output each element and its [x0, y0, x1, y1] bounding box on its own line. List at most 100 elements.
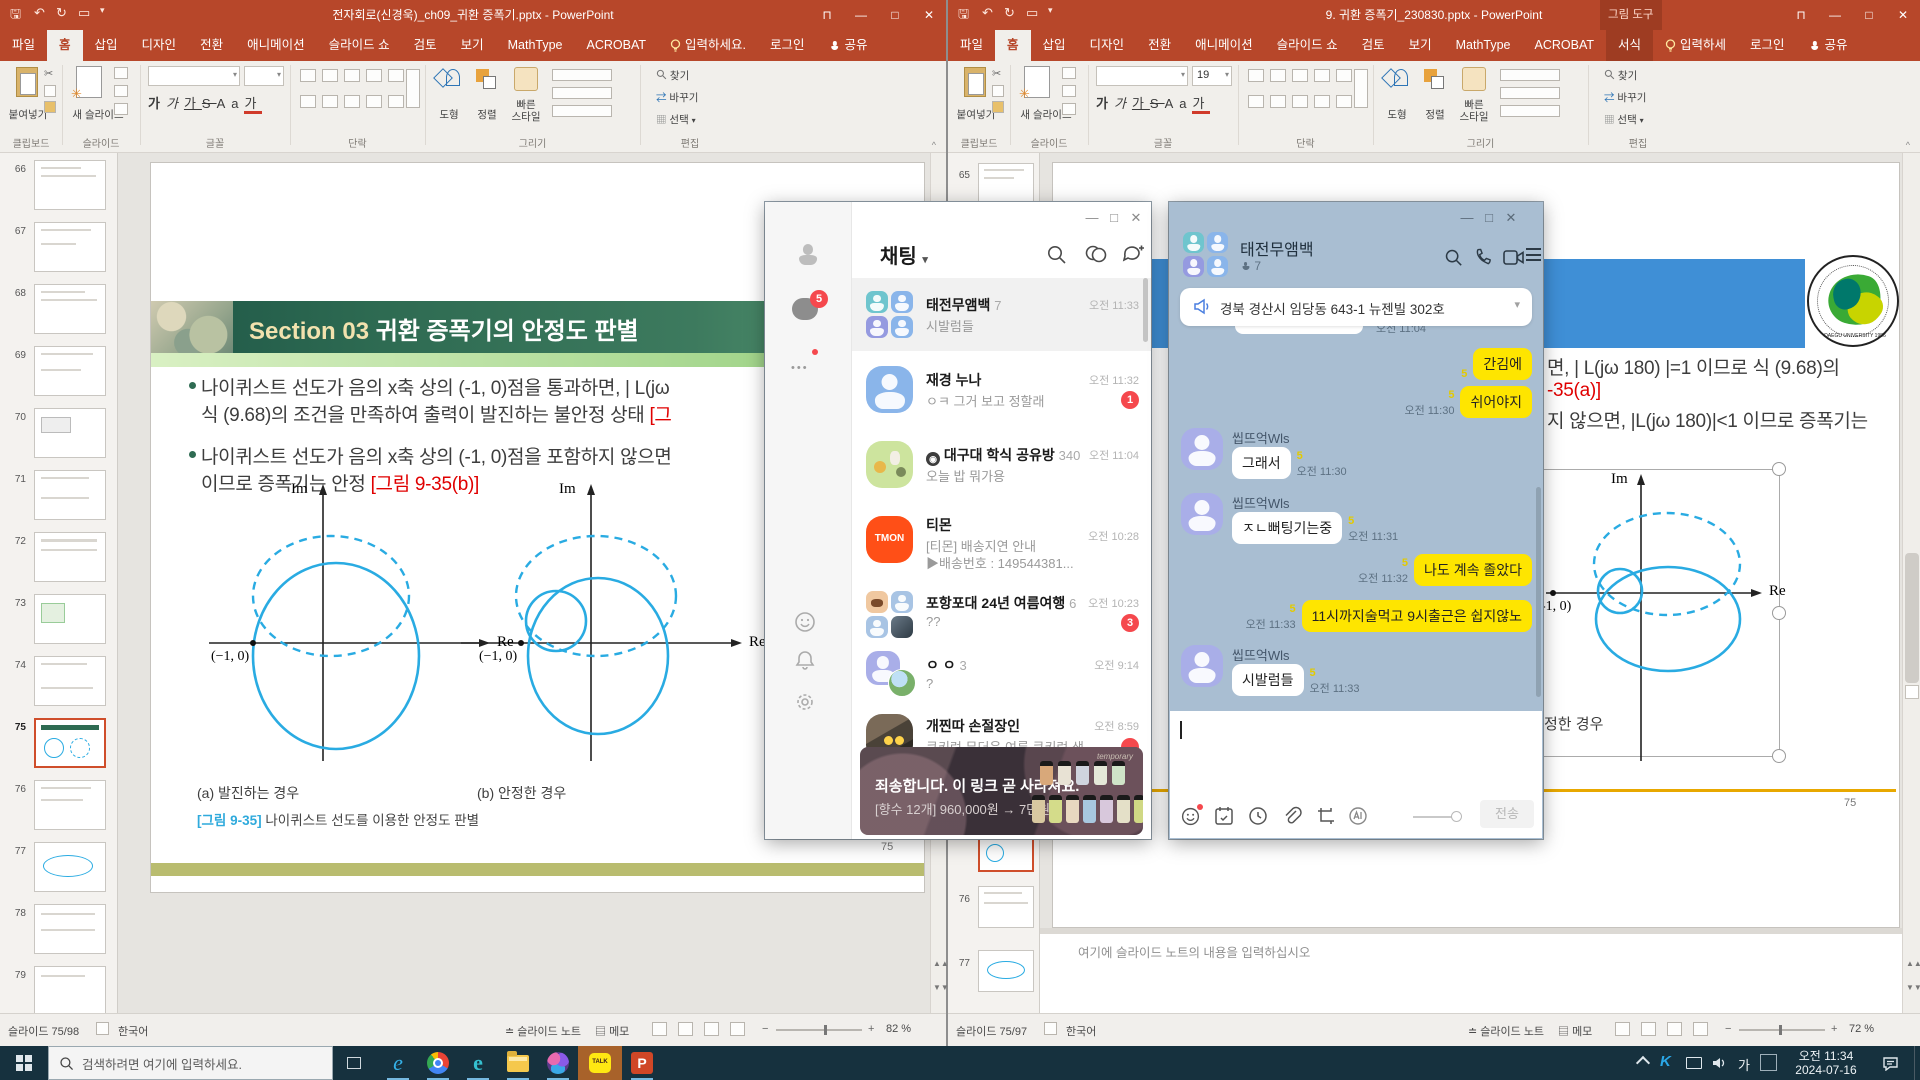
shape-outline-icon[interactable] — [1500, 87, 1560, 99]
justify-icon[interactable] — [1314, 95, 1330, 108]
view-reading-icon[interactable] — [1667, 1022, 1682, 1036]
minimize-button[interactable]: — — [1818, 0, 1852, 30]
tab-acrobat[interactable]: ACROBAT — [575, 30, 659, 61]
shapes-icon[interactable] — [436, 67, 462, 93]
accessibility-icon[interactable] — [96, 1022, 109, 1035]
zoom-percent[interactable]: 82 % — [886, 1023, 911, 1035]
slide-thumbnail-67[interactable] — [34, 222, 106, 272]
tab-mathtype[interactable]: MathType — [496, 30, 575, 61]
arrange-icon[interactable] — [474, 67, 500, 93]
slide-thumbnail-76[interactable] — [34, 780, 106, 830]
quick-styles-label2[interactable]: 스타일 — [1454, 109, 1494, 124]
notes-toggle[interactable]: ≐ 슬라이드 노트 — [1468, 1023, 1544, 1039]
powerpoint-taskbar-icon[interactable]: P — [622, 1046, 662, 1080]
memo-toggle[interactable]: ▤ 메모 — [1558, 1023, 1592, 1039]
view-sorter-icon[interactable] — [1641, 1022, 1656, 1036]
emoticon-size-slider[interactable] — [1413, 816, 1457, 818]
view-slideshow-icon[interactable] — [1693, 1022, 1708, 1036]
tab-format-context[interactable]: 서식 — [1606, 30, 1653, 61]
line-spacing-icon[interactable] — [1336, 69, 1352, 82]
reset-slide-icon[interactable] — [114, 85, 128, 97]
strikethrough-icon[interactable]: S — [202, 96, 217, 111]
align-left-icon[interactable] — [300, 95, 316, 108]
replace-button[interactable]: ⇄ 바꾸기 — [1604, 90, 1646, 105]
notes-toggle[interactable]: ≐ 슬라이드 노트 — [505, 1023, 581, 1039]
view-reading-icon[interactable] — [704, 1022, 719, 1036]
tell-me-box[interactable]: 입력하세 — [1653, 30, 1738, 61]
ad-banner[interactable]: temporary 죄송합니다. 이 링크 곧 사라져요. [향수 12개] 9… — [860, 747, 1143, 835]
shape-fill-icon[interactable] — [1500, 69, 1560, 81]
bold-icon[interactable]: 가 — [148, 96, 166, 111]
tab-insert[interactable]: 삽입 — [83, 30, 130, 61]
slide-thumbnail-76[interactable] — [978, 886, 1034, 928]
change-case-icon[interactable]: Aa — [1165, 96, 1193, 111]
chat-list-item[interactable]: 재경 누나 ㅇㅋ 그거 보고 정할래 오전 11:32 1 — [852, 353, 1151, 426]
tab-file[interactable]: 파일 — [0, 30, 47, 61]
tray-volume-icon[interactable] — [1706, 1046, 1734, 1080]
notes-pane[interactable]: 여기에 슬라이드 노트의 내용을 입력하십시오 — [1040, 934, 1906, 1013]
paste-button[interactable] — [956, 67, 996, 105]
minimize-button[interactable]: — — [1457, 210, 1477, 225]
align-center-icon[interactable] — [1270, 95, 1286, 108]
tab-slideshow[interactable]: 슬라이드 쇼 — [317, 30, 402, 61]
view-slideshow-icon[interactable] — [730, 1022, 745, 1036]
tab-mathtype[interactable]: MathType — [1444, 30, 1523, 61]
zoom-in-button[interactable]: + — [868, 1023, 874, 1035]
select-button[interactable]: ▦ 선택 ▾ — [656, 112, 696, 127]
text-direction-icon[interactable] — [1354, 69, 1368, 108]
internet-explorer-icon[interactable]: e — [378, 1046, 418, 1080]
arrange-label[interactable]: 정렬 — [1416, 107, 1454, 122]
numbering-icon[interactable] — [1270, 69, 1286, 82]
indent-increase-icon[interactable] — [1314, 69, 1330, 82]
font-color-icon[interactable]: 가 — [244, 96, 262, 114]
bold-icon[interactable]: 가 — [1096, 96, 1114, 111]
quick-styles-icon[interactable] — [514, 67, 538, 91]
format-painter-icon[interactable] — [44, 101, 56, 113]
editor-scrollbar[interactable]: ▲▲ ▼▼ — [1902, 153, 1920, 1013]
emoticon-icon[interactable] — [793, 610, 817, 634]
ribbon-display-options-icon[interactable]: ⊓ — [1784, 0, 1818, 30]
copy-icon[interactable] — [44, 85, 56, 97]
reset-slide-icon[interactable] — [1062, 85, 1076, 97]
slide-thumbnail-72[interactable] — [34, 532, 106, 582]
tray-show-hidden-icon[interactable] — [1636, 1056, 1650, 1070]
maximize-button[interactable]: □ — [1104, 210, 1124, 225]
shape-effects-icon[interactable] — [1500, 105, 1560, 117]
font-size-select[interactable] — [244, 66, 284, 86]
notice-bar[interactable]: 경북 경산시 임당동 643-1 뉴젠빌 302호 ▾ — [1180, 288, 1532, 326]
login-button[interactable]: 로그인 — [1738, 30, 1797, 61]
photos-app-icon[interactable] — [538, 1046, 578, 1080]
slide-thumbnail-70[interactable] — [34, 408, 106, 458]
tab-view[interactable]: 보기 — [1397, 30, 1444, 61]
slide-thumbnail-75-selected[interactable] — [34, 718, 106, 768]
arrange-label[interactable]: 정렬 — [468, 107, 506, 122]
bell-icon[interactable] — [793, 648, 817, 672]
slide-layout-icon[interactable] — [1062, 67, 1076, 79]
sender-avatar[interactable] — [1181, 493, 1223, 535]
view-sorter-icon[interactable] — [678, 1022, 693, 1036]
slide-thumbnail-71[interactable] — [34, 470, 106, 520]
zoom-slider[interactable] — [1739, 1029, 1825, 1031]
chrome-icon[interactable] — [418, 1046, 458, 1080]
maximize-button[interactable]: □ — [878, 0, 912, 30]
room-scrollbar[interactable] — [1536, 487, 1541, 697]
section-icon[interactable] — [1062, 103, 1076, 115]
tab-insert[interactable]: 삽입 — [1031, 30, 1078, 61]
kakaotalk-taskbar-active[interactable]: TALK — [578, 1046, 622, 1080]
share-button[interactable]: 공유 — [817, 30, 880, 61]
zoom-out-button[interactable]: − — [1725, 1023, 1731, 1035]
slide-thumbnail-73[interactable] — [34, 594, 106, 644]
shapes-label[interactable]: 도형 — [430, 107, 468, 122]
select-button[interactable]: ▦ 선택 ▾ — [1604, 112, 1644, 127]
paste-button[interactable] — [8, 67, 48, 105]
language-indicator[interactable]: 한국어 — [1066, 1023, 1096, 1039]
new-slide-button[interactable]: ✳ — [74, 66, 108, 104]
tab-animations[interactable]: 애니메이션 — [235, 30, 317, 61]
tab-review[interactable]: 검토 — [1350, 30, 1397, 61]
text-direction-icon[interactable] — [406, 69, 420, 108]
task-view-icon[interactable] — [334, 1046, 374, 1080]
shapes-label[interactable]: 도형 — [1378, 107, 1416, 122]
login-button[interactable]: 로그인 — [758, 30, 817, 61]
slide-thumbnail-75-selected[interactable] — [978, 836, 1034, 872]
numbering-icon[interactable] — [322, 69, 338, 82]
